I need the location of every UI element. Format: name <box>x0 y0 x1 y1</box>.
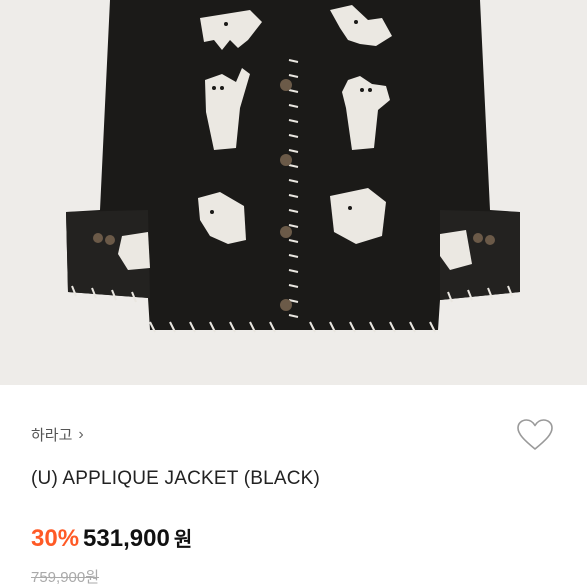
heart-outline-icon <box>517 419 553 450</box>
price-row: 30% 531,900 원 <box>31 523 192 553</box>
brand-link[interactable]: 하라고 › <box>31 424 84 445</box>
sale-price: 531,900 <box>83 525 170 552</box>
brand-name: 하라고 <box>31 427 73 444</box>
sale-price-currency: 원 <box>173 529 193 551</box>
discount-rate: 30% <box>31 525 80 552</box>
jacket-photo <box>66 0 520 333</box>
original-price: 759,900원 <box>31 569 100 586</box>
product-image[interactable] <box>0 0 587 385</box>
chevron-right-icon: › <box>78 425 84 443</box>
product-title: (U) APPLIQUE JACKET (BLACK) <box>31 468 321 489</box>
wishlist-button[interactable] <box>514 416 556 454</box>
